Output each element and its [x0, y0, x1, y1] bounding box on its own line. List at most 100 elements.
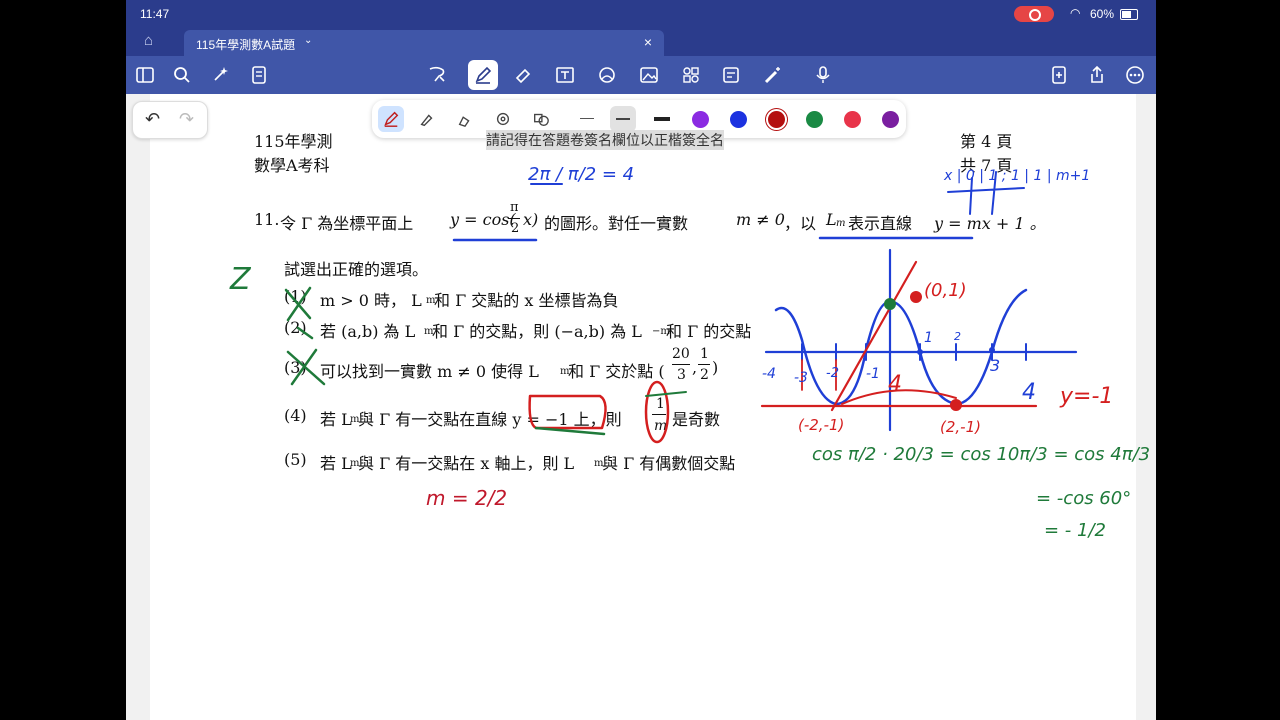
shapes-pen-icon[interactable]: [528, 106, 554, 132]
label-four-center: 4: [888, 372, 902, 397]
sidebar-icon[interactable]: [132, 62, 158, 88]
question-text-d: 表示直線: [848, 214, 913, 233]
axis-num-neg4: -4: [762, 366, 776, 382]
option-text: 若 L: [320, 454, 352, 473]
axis-num-neg1: -1: [866, 366, 880, 382]
question-instruction: 試選出正確的選項。: [284, 260, 429, 279]
color-swatch-blue[interactable]: [730, 111, 747, 128]
undo-icon[interactable]: ↶: [145, 109, 160, 130]
color-swatch-violet[interactable]: [882, 111, 899, 128]
handwritten-m: m = 2/2: [426, 486, 508, 510]
thick-stroke-option[interactable]: [654, 117, 670, 121]
color-swatch-pink[interactable]: [844, 111, 861, 128]
image-icon[interactable]: [636, 62, 662, 88]
exam-banner: 請記得在答題卷簽名欄位以正楷簽全名: [486, 130, 724, 150]
color-swatch-red-selected[interactable]: [768, 111, 785, 128]
microphone-icon[interactable]: [810, 62, 836, 88]
lasso-icon[interactable]: [424, 62, 450, 88]
shape-recognition-icon[interactable]: [490, 106, 516, 132]
chevron-down-icon[interactable]: ⌄: [304, 35, 312, 46]
exam-subject: 數學A考科: [254, 156, 330, 175]
clock: 11:47: [140, 7, 170, 21]
handwritten-table: x | 0 | 1 ; 1 | 1 | m+1: [944, 168, 1091, 184]
more-options-icon[interactable]: [1122, 62, 1148, 88]
pen-tool-icon[interactable]: [468, 60, 498, 90]
option-text2: 與 Γ 有一交點在直線 y = −1 上，則: [358, 410, 622, 429]
question-number: 11.: [254, 210, 280, 229]
option-text2: 和 Γ 的交點，則 (−a,b) 為 L: [432, 322, 642, 341]
page-margin-left: [126, 94, 150, 720]
label-point-0-1: (0,1): [924, 280, 967, 301]
screen-record-indicator[interactable]: [1014, 6, 1054, 22]
fountain-pen-icon[interactable]: [378, 106, 404, 132]
add-page-icon[interactable]: [1046, 62, 1072, 88]
label-four-right: 4: [1022, 380, 1036, 405]
document-tab[interactable]: 115年學測數A試題 ⌄ ×: [184, 30, 664, 56]
option-text: 可以找到一實數 m ≠ 0 使得 L: [320, 362, 539, 381]
search-icon[interactable]: [169, 62, 195, 88]
handwritten-period: 2π / π/2 = 4: [528, 164, 635, 185]
option-label: (5): [284, 450, 307, 469]
line-L-sub: m: [836, 218, 846, 229]
laser-pointer-icon[interactable]: [760, 62, 786, 88]
redo-icon[interactable]: ↷: [179, 109, 194, 130]
label-y-neg1: y=-1: [1060, 384, 1114, 409]
share-icon[interactable]: [1084, 62, 1110, 88]
frac-num: 20: [672, 346, 690, 362]
frac-bar: [698, 364, 710, 365]
option-text2: 與 Γ 有一交點在 x 軸上，則 L: [358, 454, 575, 473]
page-margin-right: [1136, 94, 1156, 720]
option-text: 若 L: [320, 410, 352, 429]
option-text: m > 0 時， L: [320, 291, 422, 310]
wifi-icon: ◠: [1070, 6, 1081, 20]
close-icon[interactable]: ×: [644, 34, 652, 50]
fraction-pi: π: [510, 200, 519, 215]
fraction-bar: [508, 218, 520, 219]
option-text3: ): [712, 358, 719, 377]
ai-assistant-icon[interactable]: [208, 62, 234, 88]
tab-title: 115年學測數A試題: [196, 38, 296, 52]
option-text3: 和 Γ 的交點: [666, 322, 752, 341]
frac-num: 1: [656, 396, 665, 412]
option-label: (3): [284, 358, 307, 377]
color-swatch-green[interactable]: [806, 111, 823, 128]
eraser-icon[interactable]: [510, 62, 536, 88]
fraction-two: 2: [511, 221, 520, 236]
option-label: (2): [284, 318, 307, 337]
handwritten-cos-calc: cos π/2 · 20/3 = cos 10π/3 = cos 4π/3: [812, 444, 1151, 465]
document-info-icon[interactable]: [246, 62, 272, 88]
option-text2: 和 Γ 交點的 x 坐標皆為負: [434, 291, 619, 310]
frac-bar: [652, 414, 666, 415]
brush-pen-icon[interactable]: [414, 106, 440, 132]
thin-stroke-option[interactable]: [580, 118, 594, 119]
label-point-neg2: (-2,-1): [798, 416, 845, 434]
medium-stroke-option[interactable]: [610, 106, 636, 132]
frac-den: 2: [700, 367, 709, 383]
frac-num: 1: [700, 346, 709, 362]
axis-num-neg3: -3: [794, 370, 808, 386]
question-text-c: ，以: [784, 214, 817, 233]
home-icon[interactable]: ⌂: [144, 32, 153, 49]
question-text-b: 的圖形。對任一實數: [544, 214, 689, 233]
equation-cos: y = cos(: [450, 210, 516, 229]
axis-num-3: 3: [990, 356, 1001, 375]
status-bar: 11:47 ◠ 60%: [126, 0, 1156, 28]
frac-den: 3: [677, 367, 686, 383]
color-swatch-purple[interactable]: [692, 111, 709, 128]
exam-year: 115年學測: [254, 132, 333, 151]
text-box-icon[interactable]: [552, 62, 578, 88]
elements-icon[interactable]: [678, 62, 704, 88]
axis-num-1: 1: [924, 330, 933, 346]
page-label: 第 4 頁: [960, 132, 1013, 151]
battery-icon: [1120, 9, 1138, 20]
handwritten-half: = - 1/2: [1044, 520, 1106, 541]
undo-redo-group: ↶ ↷: [132, 101, 208, 139]
question-text-a: 令 Γ 為坐標平面上: [280, 214, 414, 233]
shapes-icon[interactable]: [594, 62, 620, 88]
main-toolbar: [126, 56, 1156, 94]
sticky-note-icon[interactable]: [718, 62, 744, 88]
equation-line: y = mx + 1 。: [934, 214, 1046, 233]
option-text3: 與 Γ 有偶數個交點: [602, 454, 736, 473]
highlighter-icon[interactable]: [452, 106, 478, 132]
frac-bar: [672, 364, 690, 365]
